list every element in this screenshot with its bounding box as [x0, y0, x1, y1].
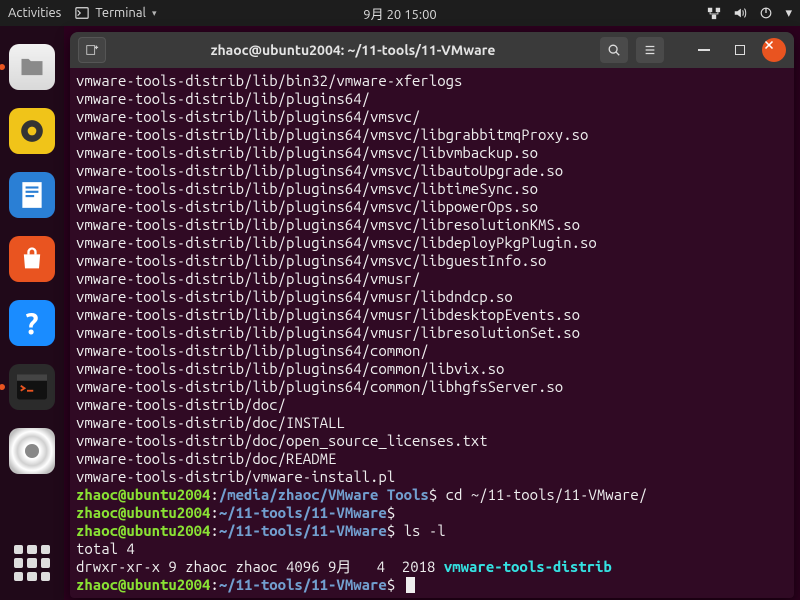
- chevron-down-icon: ▾: [785, 6, 792, 21]
- dock-app-help[interactable]: ?: [9, 300, 55, 346]
- dock: ?: [0, 26, 64, 600]
- running-indicator: [0, 64, 5, 70]
- apps-grid-icon: [14, 545, 50, 581]
- shopping-bag-icon: [18, 245, 46, 273]
- app-menu-label: Terminal: [95, 6, 146, 20]
- activities-label: Activities: [8, 6, 61, 20]
- chevron-down-icon: ▾: [152, 8, 157, 19]
- power-icon: [759, 6, 773, 20]
- close-icon: [762, 38, 776, 52]
- maximize-button[interactable]: [726, 37, 754, 63]
- datetime-label: 9月 20 15:00: [363, 8, 436, 22]
- disc-icon: [25, 444, 39, 458]
- app-menu[interactable]: Terminal ▾: [75, 6, 156, 20]
- hamburger-icon: [643, 43, 657, 57]
- folder-icon: [18, 53, 46, 81]
- dock-app-rhythmbox[interactable]: [9, 108, 55, 154]
- volume-icon: [733, 6, 747, 20]
- network-icon: [707, 6, 721, 20]
- document-icon: [19, 180, 45, 210]
- gnome-topbar: Activities Terminal ▾ 9月 20 15:00 ▾: [0, 0, 800, 26]
- terminal-icon: [75, 6, 89, 20]
- search-icon: [607, 43, 621, 57]
- text-cursor: [406, 577, 415, 593]
- window-titlebar[interactable]: zhaoc@ubuntu2004: ~/11-tools/11-VMware: [70, 32, 794, 68]
- close-button[interactable]: [762, 38, 786, 62]
- dock-app-files[interactable]: [9, 44, 55, 90]
- dock-app-terminal[interactable]: [9, 364, 55, 410]
- system-status-area[interactable]: ▾: [707, 6, 792, 21]
- terminal-body[interactable]: vmware-tools-distrib/lib/bin32/vmware-xf…: [70, 68, 794, 598]
- dock-app-software[interactable]: [9, 236, 55, 282]
- window-title: zhaoc@ubuntu2004: ~/11-tools/11-VMware: [114, 42, 592, 58]
- terminal-icon: [17, 374, 47, 400]
- dock-app-writer[interactable]: [9, 172, 55, 218]
- minimize-icon: [698, 49, 710, 51]
- dock-show-applications[interactable]: [9, 540, 55, 586]
- hamburger-menu-button[interactable]: [636, 37, 664, 63]
- new-tab-button[interactable]: [78, 37, 106, 63]
- minimize-button[interactable]: [690, 37, 718, 63]
- clock[interactable]: 9月 20 15:00: [363, 4, 436, 23]
- activities-button[interactable]: Activities: [8, 6, 61, 20]
- question-icon: ?: [25, 306, 38, 340]
- speaker-icon: [19, 118, 45, 144]
- search-button[interactable]: [600, 37, 628, 63]
- dock-app-dvd[interactable]: [9, 428, 55, 474]
- maximize-icon: [735, 45, 745, 55]
- new-tab-icon: [85, 43, 99, 57]
- terminal-window: zhaoc@ubuntu2004: ~/11-tools/11-VMware v…: [70, 32, 794, 598]
- running-indicator: [0, 384, 5, 390]
